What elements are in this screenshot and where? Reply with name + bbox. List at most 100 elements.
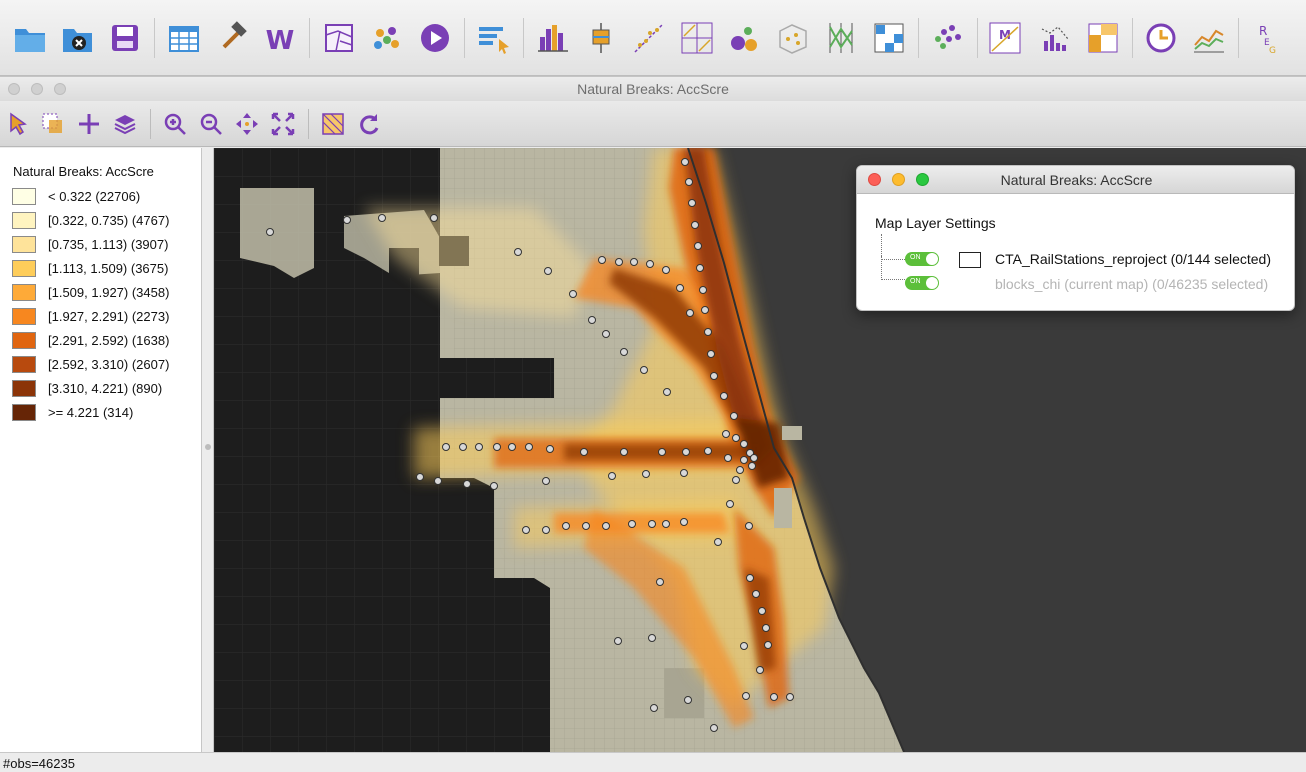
rail-station[interactable] xyxy=(662,266,670,274)
rail-station[interactable] xyxy=(750,454,758,462)
layer-visibility-toggle[interactable]: ON xyxy=(905,276,939,290)
legend-item[interactable]: [0.735, 1.113) (3907) xyxy=(12,235,200,255)
rail-station[interactable] xyxy=(740,440,748,448)
rail-station[interactable] xyxy=(608,472,616,480)
scatter-plot-icon[interactable] xyxy=(630,19,668,57)
rail-station[interactable] xyxy=(726,500,734,508)
rail-station[interactable] xyxy=(642,470,650,478)
rail-station[interactable] xyxy=(740,456,748,464)
rail-station[interactable] xyxy=(588,316,596,324)
rail-station[interactable] xyxy=(762,624,770,632)
conditional-plot-icon[interactable] xyxy=(870,19,908,57)
rail-station[interactable] xyxy=(628,520,636,528)
rail-station[interactable] xyxy=(598,256,606,264)
rail-station[interactable] xyxy=(648,520,656,528)
rail-station[interactable] xyxy=(758,607,766,615)
rail-station[interactable] xyxy=(686,309,694,317)
legend-item[interactable]: < 0.322 (22706) xyxy=(12,187,200,207)
rail-station[interactable] xyxy=(378,214,386,222)
rail-station[interactable] xyxy=(663,388,671,396)
legend-item[interactable]: [3.310, 4.221) (890) xyxy=(12,379,200,399)
selection-mode-icon[interactable] xyxy=(40,111,66,137)
rail-station[interactable] xyxy=(602,522,610,530)
histogram-icon[interactable] xyxy=(534,19,572,57)
rail-station[interactable] xyxy=(710,724,718,732)
layer-style-swatch[interactable] xyxy=(959,252,981,268)
rail-station[interactable] xyxy=(646,260,654,268)
rail-station[interactable] xyxy=(752,590,760,598)
rail-station[interactable] xyxy=(699,286,707,294)
rail-station[interactable] xyxy=(266,228,274,236)
rail-station[interactable] xyxy=(676,284,684,292)
rail-station[interactable] xyxy=(463,480,471,488)
moran-scatter-icon[interactable]: M xyxy=(986,19,1024,57)
rail-station[interactable] xyxy=(434,477,442,485)
rail-station[interactable] xyxy=(620,348,628,356)
correlogram-icon[interactable] xyxy=(1036,19,1074,57)
rail-station[interactable] xyxy=(720,392,728,400)
table-icon[interactable] xyxy=(165,19,203,57)
rail-station[interactable] xyxy=(648,634,656,642)
add-layer-icon[interactable] xyxy=(76,111,102,137)
select-by-icon[interactable] xyxy=(475,19,513,57)
zoom-out-icon[interactable] xyxy=(198,111,224,137)
layer-visibility-toggle[interactable]: ON xyxy=(905,252,939,266)
rail-station[interactable] xyxy=(730,412,738,420)
map-icon[interactable] xyxy=(320,19,358,57)
rail-station[interactable] xyxy=(704,447,712,455)
rail-station[interactable] xyxy=(562,522,570,530)
time-editor-icon[interactable] xyxy=(1142,19,1180,57)
legend-item[interactable]: [1.927, 2.291) (2273) xyxy=(12,307,200,327)
play-animation-icon[interactable] xyxy=(416,19,454,57)
rail-station[interactable] xyxy=(615,258,623,266)
refresh-icon[interactable] xyxy=(356,111,382,137)
rail-station[interactable] xyxy=(416,473,424,481)
rail-station[interactable] xyxy=(714,538,722,546)
rail-station[interactable] xyxy=(544,267,552,275)
rail-station[interactable] xyxy=(542,477,550,485)
rail-station[interactable] xyxy=(640,366,648,374)
map-window-titlebar[interactable]: Natural Breaks: AccScre xyxy=(0,77,1306,101)
map-legend[interactable]: Natural Breaks: AccScre < 0.322 (22706) … xyxy=(0,148,202,752)
rail-station[interactable] xyxy=(680,518,688,526)
legend-item[interactable]: [1.509, 1.927) (3458) xyxy=(12,283,200,303)
box-plot-icon[interactable] xyxy=(582,19,620,57)
map-layer-settings-panel[interactable]: Natural Breaks: AccScre Map Layer Settin… xyxy=(856,165,1295,311)
legend-item[interactable]: [2.291, 2.592) (1638) xyxy=(12,331,200,351)
rail-station[interactable] xyxy=(696,264,704,272)
rail-station[interactable] xyxy=(522,526,530,534)
rail-station[interactable] xyxy=(704,328,712,336)
rail-station[interactable] xyxy=(343,216,351,224)
weights-manager-icon[interactable]: W xyxy=(261,19,299,57)
full-extent-icon[interactable] xyxy=(270,111,296,137)
rail-station[interactable] xyxy=(701,306,709,314)
rail-station[interactable] xyxy=(546,445,554,453)
rail-station[interactable] xyxy=(688,199,696,207)
rail-station[interactable] xyxy=(691,221,699,229)
rail-station[interactable] xyxy=(475,443,483,451)
layer-name-rail-stations[interactable]: CTA_RailStations_reproject (0/144 select… xyxy=(995,251,1271,267)
rail-station[interactable] xyxy=(569,290,577,298)
rail-station[interactable] xyxy=(722,430,730,438)
spatial-map-icon[interactable] xyxy=(1084,19,1122,57)
rail-station[interactable] xyxy=(764,641,772,649)
rail-station[interactable] xyxy=(694,242,702,250)
rail-station[interactable] xyxy=(680,469,688,477)
legend-item[interactable]: [0.322, 0.735) (4767) xyxy=(12,211,200,231)
regression-icon[interactable]: R E G xyxy=(1248,19,1286,57)
rail-station[interactable] xyxy=(732,476,740,484)
rail-station[interactable] xyxy=(748,462,756,470)
rail-station[interactable] xyxy=(707,350,715,358)
rail-station[interactable] xyxy=(656,578,664,586)
rail-station[interactable] xyxy=(745,522,753,530)
bubble-chart-icon[interactable] xyxy=(726,19,764,57)
select-pointer-icon[interactable] xyxy=(5,111,31,137)
open-project-icon[interactable] xyxy=(11,19,49,57)
rail-station[interactable] xyxy=(525,443,533,451)
parallel-coordinates-icon[interactable] xyxy=(822,19,860,57)
legend-item[interactable]: [1.113, 1.509) (3675) xyxy=(12,259,200,279)
legend-item[interactable]: [2.592, 3.310) (2607) xyxy=(12,355,200,375)
legend-splitter[interactable] xyxy=(202,148,214,752)
cluster-map-icon[interactable] xyxy=(368,19,406,57)
rail-station[interactable] xyxy=(685,178,693,186)
